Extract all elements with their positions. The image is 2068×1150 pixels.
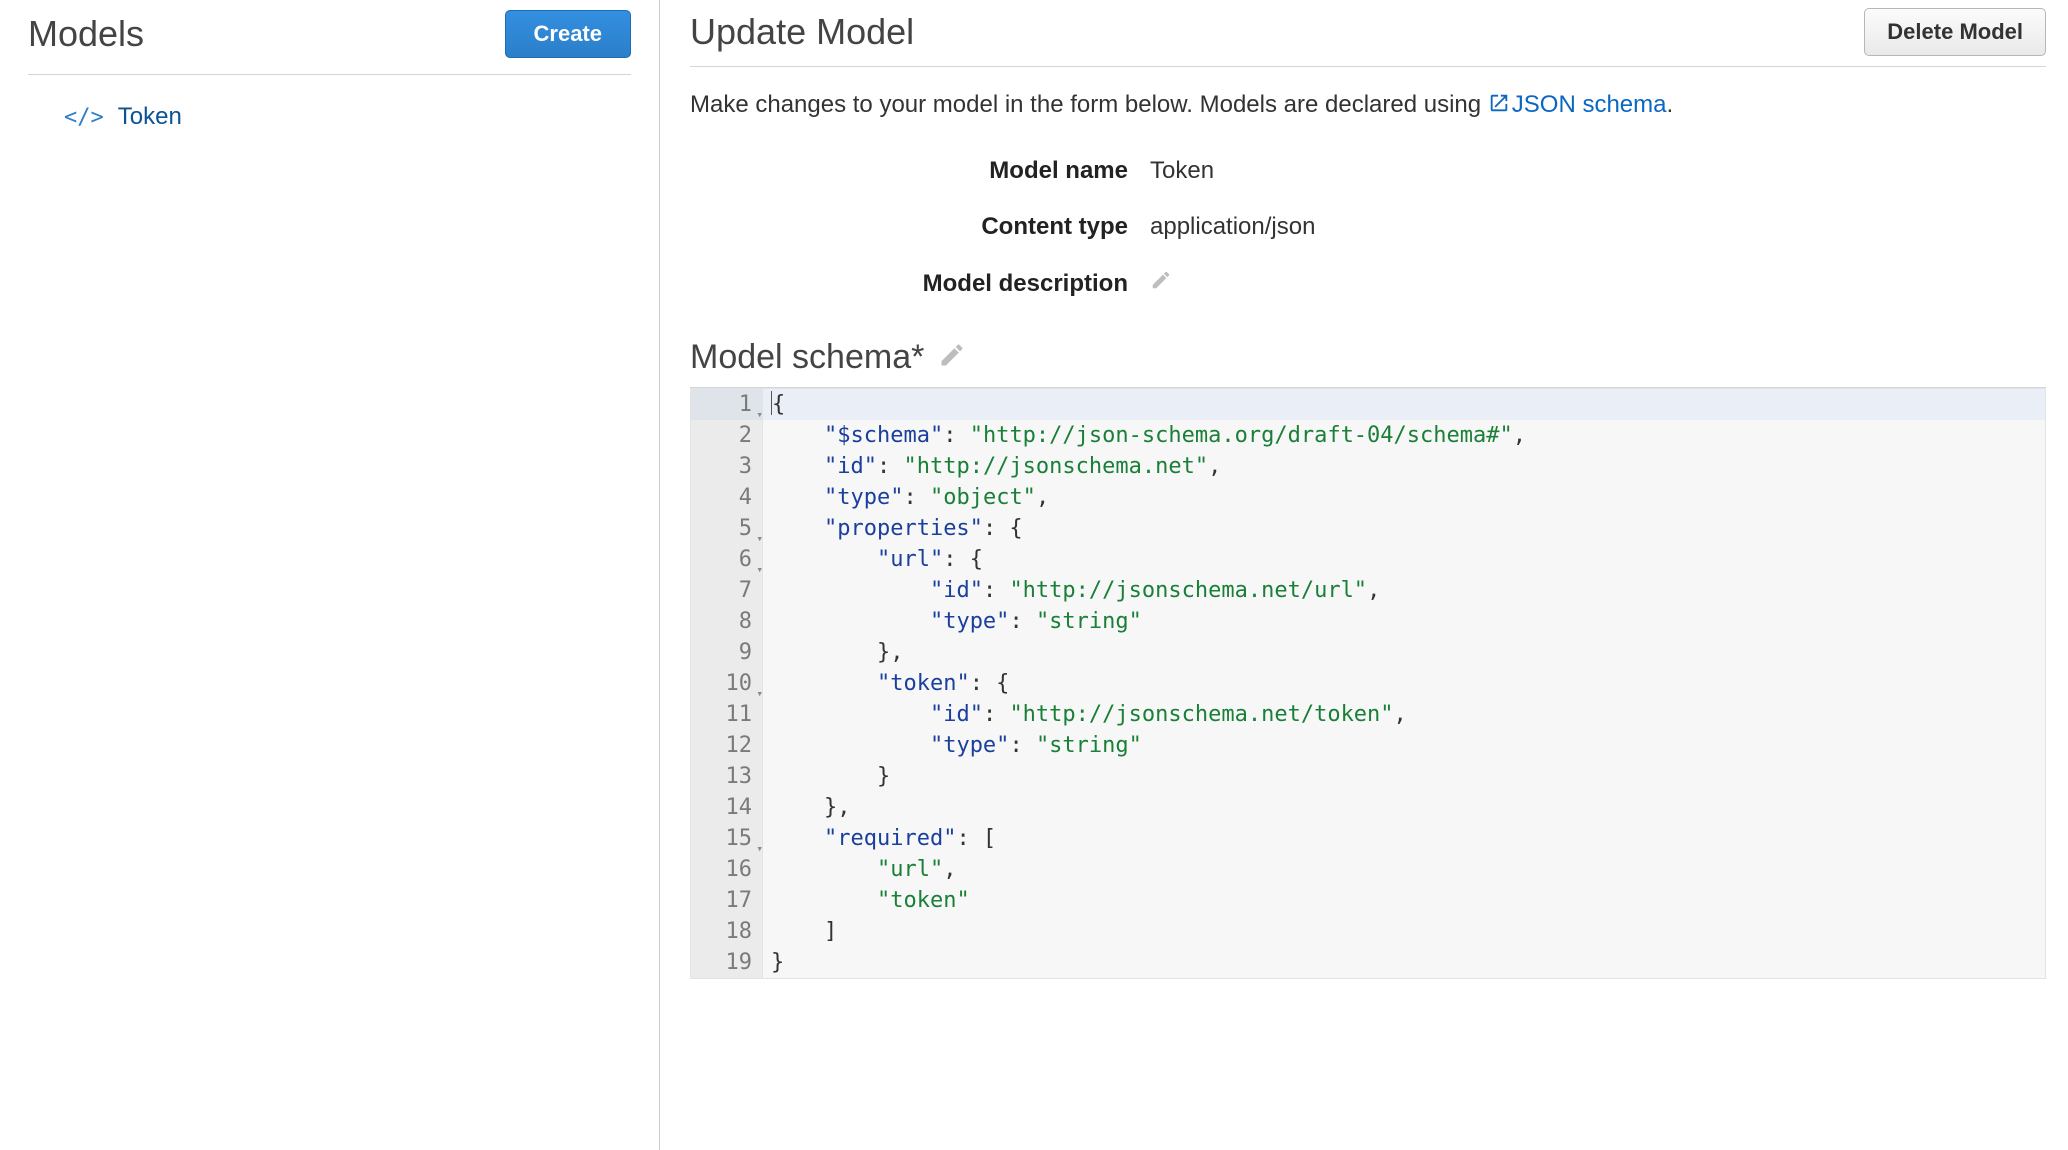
code-content[interactable]: "type": "string" xyxy=(763,606,2045,637)
model-item-label: Token xyxy=(118,103,182,131)
schema-section-title: Model schema* xyxy=(690,338,924,377)
pencil-icon xyxy=(938,341,966,369)
delete-model-button[interactable]: Delete Model xyxy=(1864,8,2046,56)
page-description: Make changes to your model in the form b… xyxy=(690,67,2046,129)
description-text-suffix: . xyxy=(1666,91,1673,118)
editor-line[interactable]: 5▾ "properties": { xyxy=(691,513,2045,544)
code-content[interactable]: "required": [ xyxy=(763,823,2045,854)
json-schema-link[interactable]: JSON schema xyxy=(1488,91,1667,118)
editor-line[interactable]: 6▾ "url": { xyxy=(691,544,2045,575)
models-sidebar: Models Create </> Token xyxy=(0,0,660,1150)
schema-editor[interactable]: 1▾{2 "$schema": "http://json-schema.org/… xyxy=(690,388,2046,979)
line-number: 10▾ xyxy=(691,668,763,699)
line-number: 16 xyxy=(691,854,763,885)
content-type-label: Content type xyxy=(690,213,1150,241)
line-number: 7 xyxy=(691,575,763,606)
model-description-row: Model description xyxy=(690,255,2046,312)
model-name-value: Token xyxy=(1150,157,1214,185)
line-number: 1▾ xyxy=(691,389,763,420)
code-content[interactable]: "url": { xyxy=(763,544,2045,575)
line-number: 3 xyxy=(691,451,763,482)
model-list: </> Token xyxy=(28,75,631,137)
editor-line[interactable]: 13 } xyxy=(691,761,2045,792)
line-number: 18 xyxy=(691,916,763,947)
editor-line[interactable]: 17 "token" xyxy=(691,885,2045,916)
line-number: 8 xyxy=(691,606,763,637)
editor-line[interactable]: 9 }, xyxy=(691,637,2045,668)
code-content[interactable]: ] xyxy=(763,916,2045,947)
json-schema-link-text: JSON schema xyxy=(1512,91,1667,118)
editor-line[interactable]: 10▾ "token": { xyxy=(691,668,2045,699)
line-number: 6▾ xyxy=(691,544,763,575)
content-type-row: Content type application/json xyxy=(690,199,2046,255)
main-panel: Update Model Delete Model Make changes t… xyxy=(660,0,2068,1150)
code-content[interactable]: } xyxy=(763,761,2045,792)
code-icon: </> xyxy=(64,105,104,130)
code-content[interactable]: "$schema": "http://json-schema.org/draft… xyxy=(763,420,2045,451)
line-number: 2 xyxy=(691,420,763,451)
line-number: 19 xyxy=(691,947,763,978)
line-number: 5▾ xyxy=(691,513,763,544)
line-number: 15▾ xyxy=(691,823,763,854)
editor-line[interactable]: 15▾ "required": [ xyxy=(691,823,2045,854)
model-name-label: Model name xyxy=(690,157,1150,185)
editor-line[interactable]: 3 "id": "http://jsonschema.net", xyxy=(691,451,2045,482)
code-content[interactable]: }, xyxy=(763,792,2045,823)
external-link-icon xyxy=(1488,92,1510,121)
code-content[interactable]: }, xyxy=(763,637,2045,668)
code-content[interactable]: "id": "http://jsonschema.net/url", xyxy=(763,575,2045,606)
code-content[interactable]: } xyxy=(763,947,2045,978)
content-type-value: application/json xyxy=(1150,213,1315,241)
code-content[interactable]: "properties": { xyxy=(763,513,2045,544)
line-number: 11 xyxy=(691,699,763,730)
pencil-icon xyxy=(1150,269,1172,291)
model-description-label: Model description xyxy=(690,270,1150,298)
line-number: 9 xyxy=(691,637,763,668)
code-content[interactable]: "token": { xyxy=(763,668,2045,699)
code-content[interactable]: "token" xyxy=(763,885,2045,916)
code-content[interactable]: "type": "string" xyxy=(763,730,2045,761)
editor-line[interactable]: 14 }, xyxy=(691,792,2045,823)
editor-line[interactable]: 4 "type": "object", xyxy=(691,482,2045,513)
editor-line[interactable]: 18 ] xyxy=(691,916,2045,947)
editor-line[interactable]: 16 "url", xyxy=(691,854,2045,885)
model-name-row: Model name Token xyxy=(690,143,2046,199)
create-button[interactable]: Create xyxy=(505,10,631,58)
edit-schema-button[interactable] xyxy=(938,341,966,374)
editor-line[interactable]: 8 "type": "string" xyxy=(691,606,2045,637)
line-number: 12 xyxy=(691,730,763,761)
line-number: 17 xyxy=(691,885,763,916)
code-content[interactable]: "url", xyxy=(763,854,2045,885)
code-content[interactable]: "id": "http://jsonschema.net/token", xyxy=(763,699,2045,730)
edit-description-button[interactable] xyxy=(1150,269,1172,298)
line-number: 13 xyxy=(691,761,763,792)
code-content[interactable]: "type": "object", xyxy=(763,482,2045,513)
sidebar-title: Models xyxy=(28,13,144,55)
line-number: 14 xyxy=(691,792,763,823)
editor-line[interactable]: 12 "type": "string" xyxy=(691,730,2045,761)
editor-line[interactable]: 1▾{ xyxy=(691,389,2045,420)
page-title: Update Model xyxy=(690,11,914,53)
line-number: 4 xyxy=(691,482,763,513)
code-content[interactable]: "id": "http://jsonschema.net", xyxy=(763,451,2045,482)
editor-line[interactable]: 7 "id": "http://jsonschema.net/url", xyxy=(691,575,2045,606)
description-text-prefix: Make changes to your model in the form b… xyxy=(690,91,1488,118)
editor-line[interactable]: 11 "id": "http://jsonschema.net/token", xyxy=(691,699,2045,730)
code-content[interactable]: { xyxy=(763,389,2045,420)
editor-line[interactable]: 2 "$schema": "http://json-schema.org/dra… xyxy=(691,420,2045,451)
model-item-token[interactable]: </> Token xyxy=(28,97,631,137)
editor-line[interactable]: 19} xyxy=(691,947,2045,978)
